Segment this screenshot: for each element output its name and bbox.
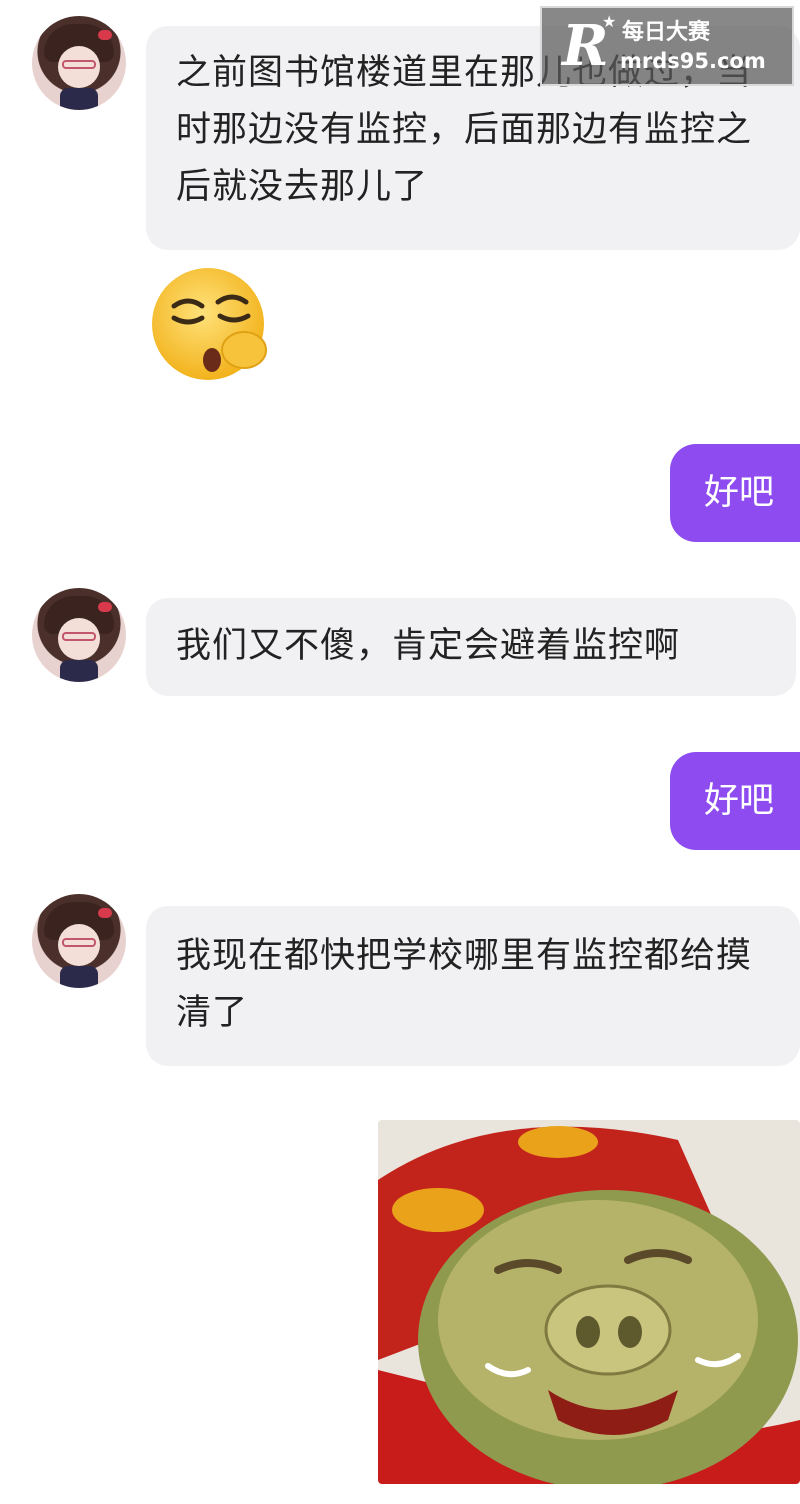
crying-pig-sticker[interactable] <box>378 1120 800 1484</box>
incoming-message-bubble[interactable]: 我现在都快把学校哪里有监控都给摸清了 <box>146 906 800 1066</box>
watermark-brand: 每日大赛 <box>622 20 711 45</box>
outgoing-message-bubble[interactable]: 好吧 <box>670 444 800 542</box>
contact-avatar[interactable] <box>32 894 126 988</box>
message-text: 好吧 <box>704 781 775 821</box>
watermark-banner: R ★ 每日大赛 mrds95.com <box>540 6 794 86</box>
shushing-face-emoji <box>152 268 267 380</box>
message-text: 好吧 <box>704 473 775 513</box>
incoming-message-bubble[interactable]: 我们又不傻，肯定会避着监控啊 <box>146 598 796 696</box>
outgoing-message-bubble[interactable]: 好吧 <box>670 752 800 850</box>
star-icon: ★ <box>602 12 617 31</box>
contact-avatar[interactable] <box>32 588 126 682</box>
contact-avatar[interactable] <box>32 16 126 110</box>
watermark-url: mrds95.com <box>620 49 766 73</box>
